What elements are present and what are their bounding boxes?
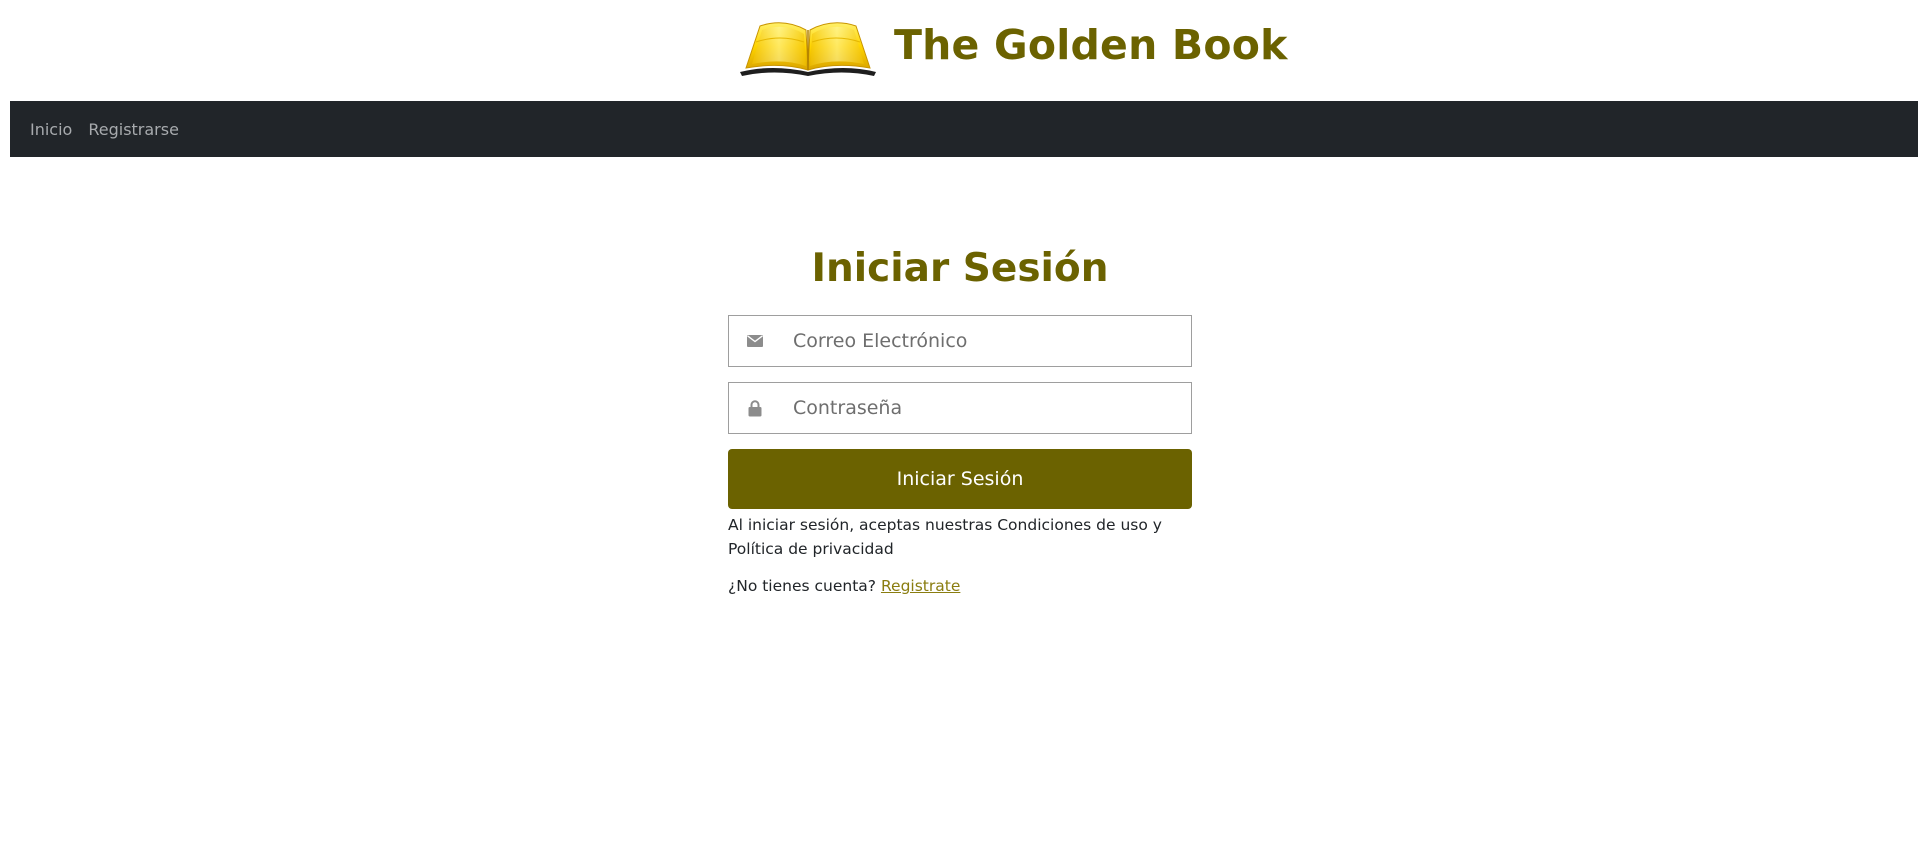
password-field[interactable] — [781, 383, 1191, 433]
email-field[interactable] — [781, 316, 1191, 366]
signup-prompt-line: ¿No tienes cuenta? Registrate — [728, 577, 1192, 595]
signup-link[interactable]: Registrate — [881, 577, 960, 595]
site-title: The Golden Book — [894, 21, 1288, 69]
lock-icon — [729, 383, 781, 433]
site-header: The Golden Book — [736, 12, 1288, 78]
login-title: Iniciar Sesión — [811, 246, 1109, 291]
envelope-icon — [729, 316, 781, 366]
email-input-group — [728, 315, 1192, 367]
top-navbar: Inicio Registrarse — [10, 101, 1918, 157]
login-form: Iniciar Sesión Iniciar Sesión Al iniciar… — [728, 244, 1192, 595]
nav-link-registrarse[interactable]: Registrarse — [88, 120, 179, 139]
nav-link-inicio[interactable]: Inicio — [30, 120, 72, 139]
open-book-icon — [740, 22, 876, 76]
login-submit-button[interactable]: Iniciar Sesión — [728, 449, 1192, 509]
signup-prompt: ¿No tienes cuenta? — [728, 577, 877, 595]
password-input-group — [728, 382, 1192, 434]
terms-notice: Al iniciar sesión, aceptas nuestras Cond… — [728, 516, 1162, 558]
